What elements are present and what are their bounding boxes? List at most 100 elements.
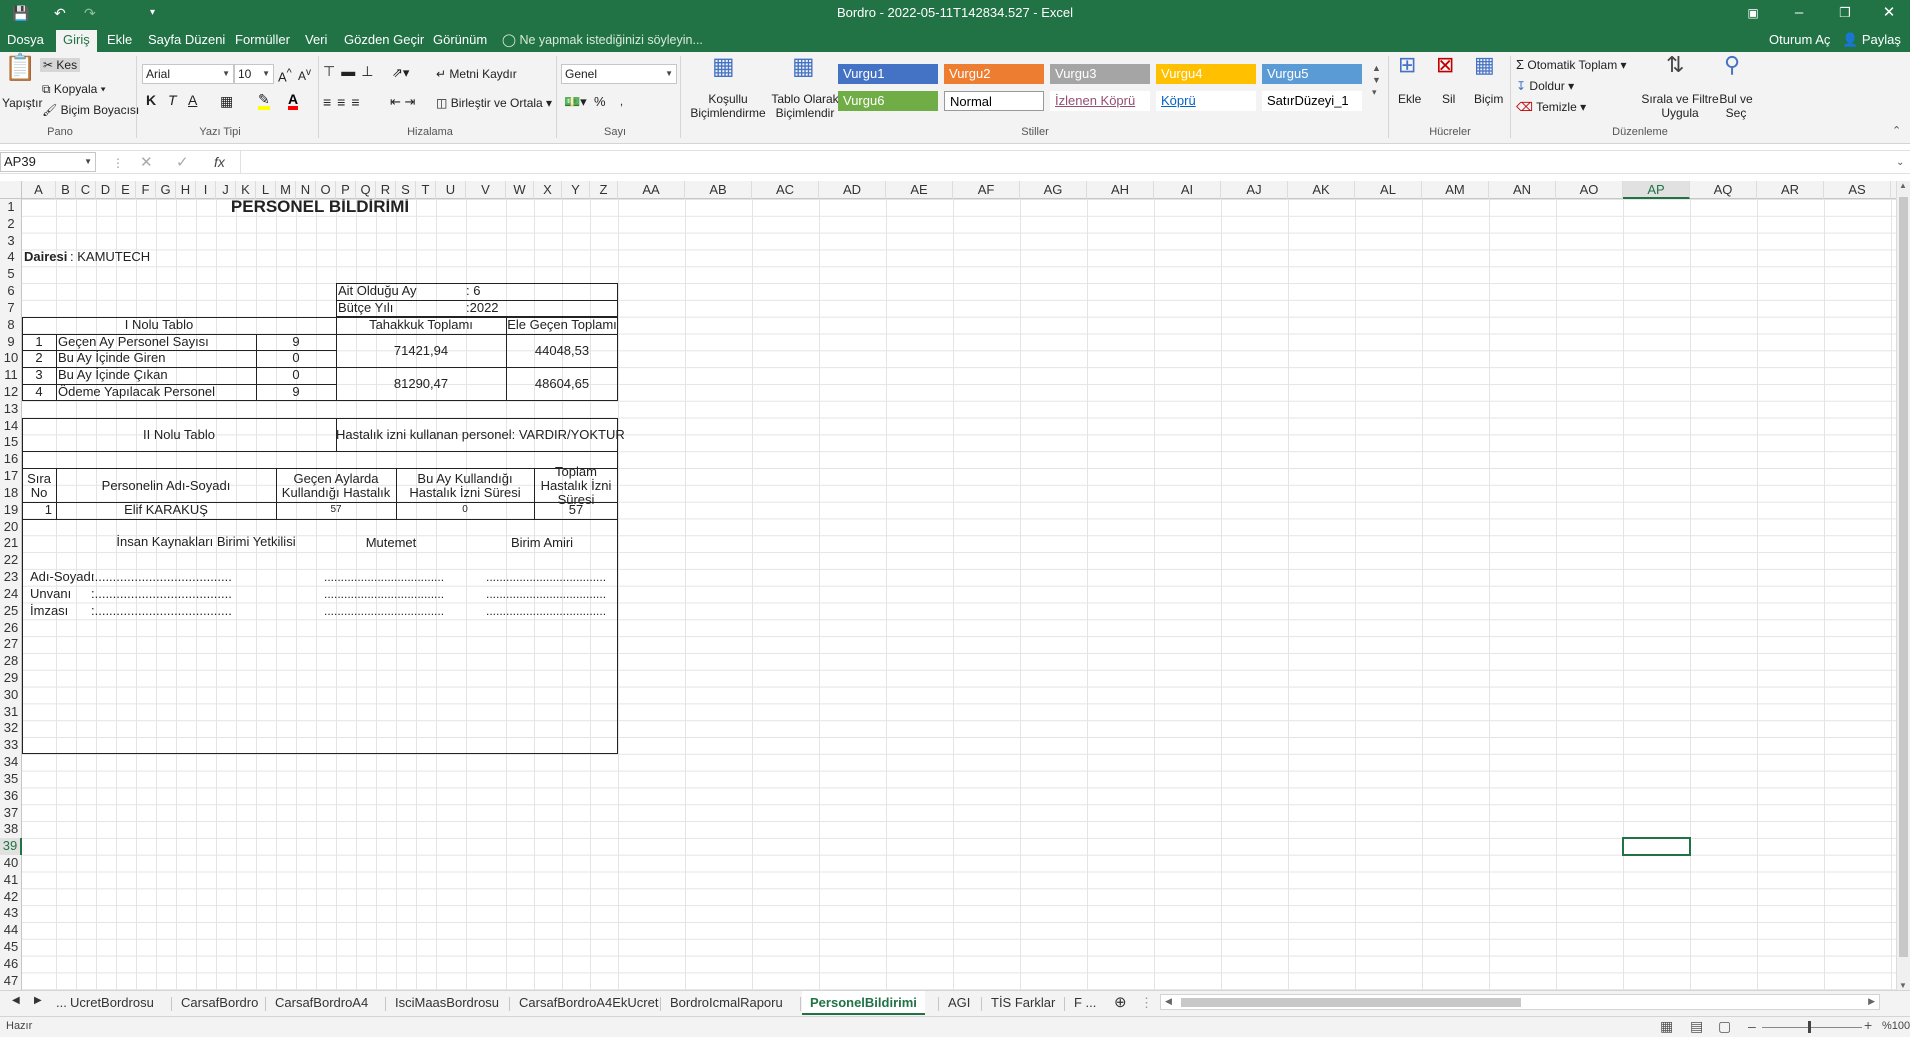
number-format-select[interactable]: Genel ▼ <box>561 64 677 84</box>
gallery-scroll-icon[interactable]: ▲ ▼ ▾ <box>1372 62 1381 98</box>
cell-style-5[interactable]: Vurgu5 <box>1262 64 1362 84</box>
formula-input[interactable] <box>240 151 1898 173</box>
row-header-33[interactable]: 33 <box>0 737 22 754</box>
column-header-l[interactable]: L <box>256 181 276 199</box>
conditional-formatting-icon[interactable]: ▦ <box>712 55 735 79</box>
tab-gorunum[interactable]: Görünüm <box>433 32 487 48</box>
column-header-ao[interactable]: AO <box>1556 181 1623 199</box>
row-header-45[interactable]: 45 <box>0 939 22 956</box>
tab-gozden-gecir[interactable]: Gözden Geçir <box>344 32 424 48</box>
select-all-button[interactable] <box>0 181 22 199</box>
row-header-16[interactable]: 16 <box>0 451 22 468</box>
sheet-tab[interactable]: UcretBordrosu <box>70 995 154 1010</box>
column-header-ae[interactable]: AE <box>886 181 953 199</box>
tab-ekle[interactable]: Ekle <box>107 32 132 48</box>
conditional-formatting-button[interactable]: Koşullu Biçimlendirme <box>684 92 772 120</box>
format-cells-button[interactable]: Biçim <box>1474 92 1503 106</box>
active-cell-cursor[interactable] <box>1622 837 1691 856</box>
column-header-x[interactable]: X <box>534 181 562 199</box>
row-header-36[interactable]: 36 <box>0 788 22 805</box>
row-header-46[interactable]: 46 <box>0 956 22 973</box>
font-color-icon[interactable]: A <box>288 92 299 110</box>
increase-font-icon[interactable]: A^ <box>278 66 292 84</box>
fill-button[interactable]: ↧ Doldur ▾ <box>1516 79 1574 93</box>
name-box[interactable]: AP39 ▼ <box>0 152 96 172</box>
new-sheet-icon[interactable]: ⊕ <box>1114 993 1127 1011</box>
cell-style-6[interactable]: Vurgu6 <box>838 91 938 111</box>
page-break-view-icon[interactable]: ▢ <box>1718 1018 1731 1035</box>
horizontal-align-icons[interactable]: ≡≡≡ <box>323 95 366 109</box>
row-header-40[interactable]: 40 <box>0 855 22 872</box>
row-header-28[interactable]: 28 <box>0 653 22 670</box>
row-header-12[interactable]: 12 <box>0 384 22 401</box>
hscroll-thumb[interactable] <box>1181 998 1521 1007</box>
column-header-af[interactable]: AF <box>953 181 1020 199</box>
expand-formula-bar-icon[interactable]: ⌄ <box>1896 156 1904 170</box>
prev-sheet-icon[interactable]: ◀ <box>12 995 20 1006</box>
column-header-an[interactable]: AN <box>1489 181 1556 199</box>
column-header-m[interactable]: M <box>276 181 296 199</box>
column-header-j[interactable]: J <box>216 181 236 199</box>
column-header-ab[interactable]: AB <box>685 181 752 199</box>
format-as-table-icon[interactable]: ▦ <box>792 55 815 79</box>
column-header-n[interactable]: N <box>296 181 316 199</box>
decrease-font-icon[interactable]: Av <box>298 66 311 83</box>
row-header-17[interactable]: 17 <box>0 468 22 485</box>
normal-view-icon[interactable]: ▦ <box>1660 1018 1673 1035</box>
row-header-21[interactable]: 21 <box>0 535 22 552</box>
cell-style-8[interactable]: İzlenen Köprü <box>1050 91 1150 111</box>
column-header-ar[interactable]: AR <box>1757 181 1824 199</box>
zoom-in-icon[interactable]: + <box>1864 1017 1872 1033</box>
percent-button[interactable]: % <box>594 95 606 109</box>
italic-button[interactable]: T <box>168 93 177 107</box>
borders-icon[interactable]: ▦ <box>220 94 233 108</box>
row-header-13[interactable]: 13 <box>0 401 22 418</box>
row-header-11[interactable]: 11 <box>0 367 22 384</box>
column-header-g[interactable]: G <box>156 181 176 199</box>
row-header-5[interactable]: 5 <box>0 266 22 283</box>
format-cells-icon[interactable]: ▦ <box>1474 54 1495 76</box>
format-painter-button[interactable]: 🖌 Biçim Boyacısı <box>42 103 139 117</box>
row-header-32[interactable]: 32 <box>0 720 22 737</box>
row-header-26[interactable]: 26 <box>0 620 22 637</box>
column-header-p[interactable]: P <box>336 181 356 199</box>
column-header-as[interactable]: AS <box>1824 181 1891 199</box>
format-as-table-button[interactable]: Tablo Olarak Biçimlendir <box>770 92 840 120</box>
ribbon-display-options-icon[interactable]: ▣ <box>1730 0 1776 28</box>
column-header-al[interactable]: AL <box>1355 181 1422 199</box>
row-header-30[interactable]: 30 <box>0 687 22 704</box>
sheet-tab[interactable]: CarsafBordroA4EkUcret <box>519 995 658 1010</box>
column-header-f[interactable]: F <box>136 181 156 199</box>
insert-function-icon[interactable]: fx <box>214 155 225 169</box>
currency-icon[interactable]: 💵▾ <box>564 95 587 109</box>
column-header-aq[interactable]: AQ <box>1690 181 1757 199</box>
insert-cells-icon[interactable]: ⊞ <box>1398 54 1416 76</box>
cancel-formula-icon[interactable]: ✕ <box>140 155 153 170</box>
wrap-text-button[interactable]: ↵ Metni Kaydır <box>436 67 517 81</box>
row-header-3[interactable]: 3 <box>0 233 22 250</box>
row-header-38[interactable]: 38 <box>0 821 22 838</box>
column-header-v[interactable]: V <box>466 181 506 199</box>
sheet-tab[interactable]: CarsafBordroA4 <box>275 995 368 1010</box>
font-size-select[interactable]: 10 ▼ <box>234 64 274 84</box>
column-header-y[interactable]: Y <box>562 181 590 199</box>
close-button[interactable]: ✕ <box>1866 0 1910 28</box>
column-header-ap[interactable]: AP <box>1623 181 1690 199</box>
column-header-aa[interactable]: AA <box>618 181 685 199</box>
clear-button[interactable]: ⌫ Temizle ▾ <box>1516 100 1586 114</box>
more-sheets-button[interactable]: ... <box>56 995 67 1010</box>
column-header-aj[interactable]: AJ <box>1221 181 1288 199</box>
row-header-23[interactable]: 23 <box>0 569 22 586</box>
insert-cells-button[interactable]: Ekle <box>1398 92 1421 106</box>
row-header-31[interactable]: 31 <box>0 704 22 721</box>
zoom-slider-thumb[interactable] <box>1808 1021 1811 1033</box>
font-name-select[interactable]: Arial ▼ <box>142 64 234 84</box>
scroll-left-icon[interactable]: ◀ <box>1165 996 1172 1007</box>
column-header-r[interactable]: R <box>376 181 396 199</box>
row-header-8[interactable]: 8 <box>0 317 22 334</box>
find-select-icon[interactable]: ⚲ <box>1724 54 1740 76</box>
row-header-19[interactable]: 19 <box>0 502 22 519</box>
column-header-ad[interactable]: AD <box>819 181 886 199</box>
row-header-24[interactable]: 24 <box>0 586 22 603</box>
tell-me-box[interactable]: ◯ Ne yapmak istediğinizi söyleyin... <box>502 32 703 47</box>
